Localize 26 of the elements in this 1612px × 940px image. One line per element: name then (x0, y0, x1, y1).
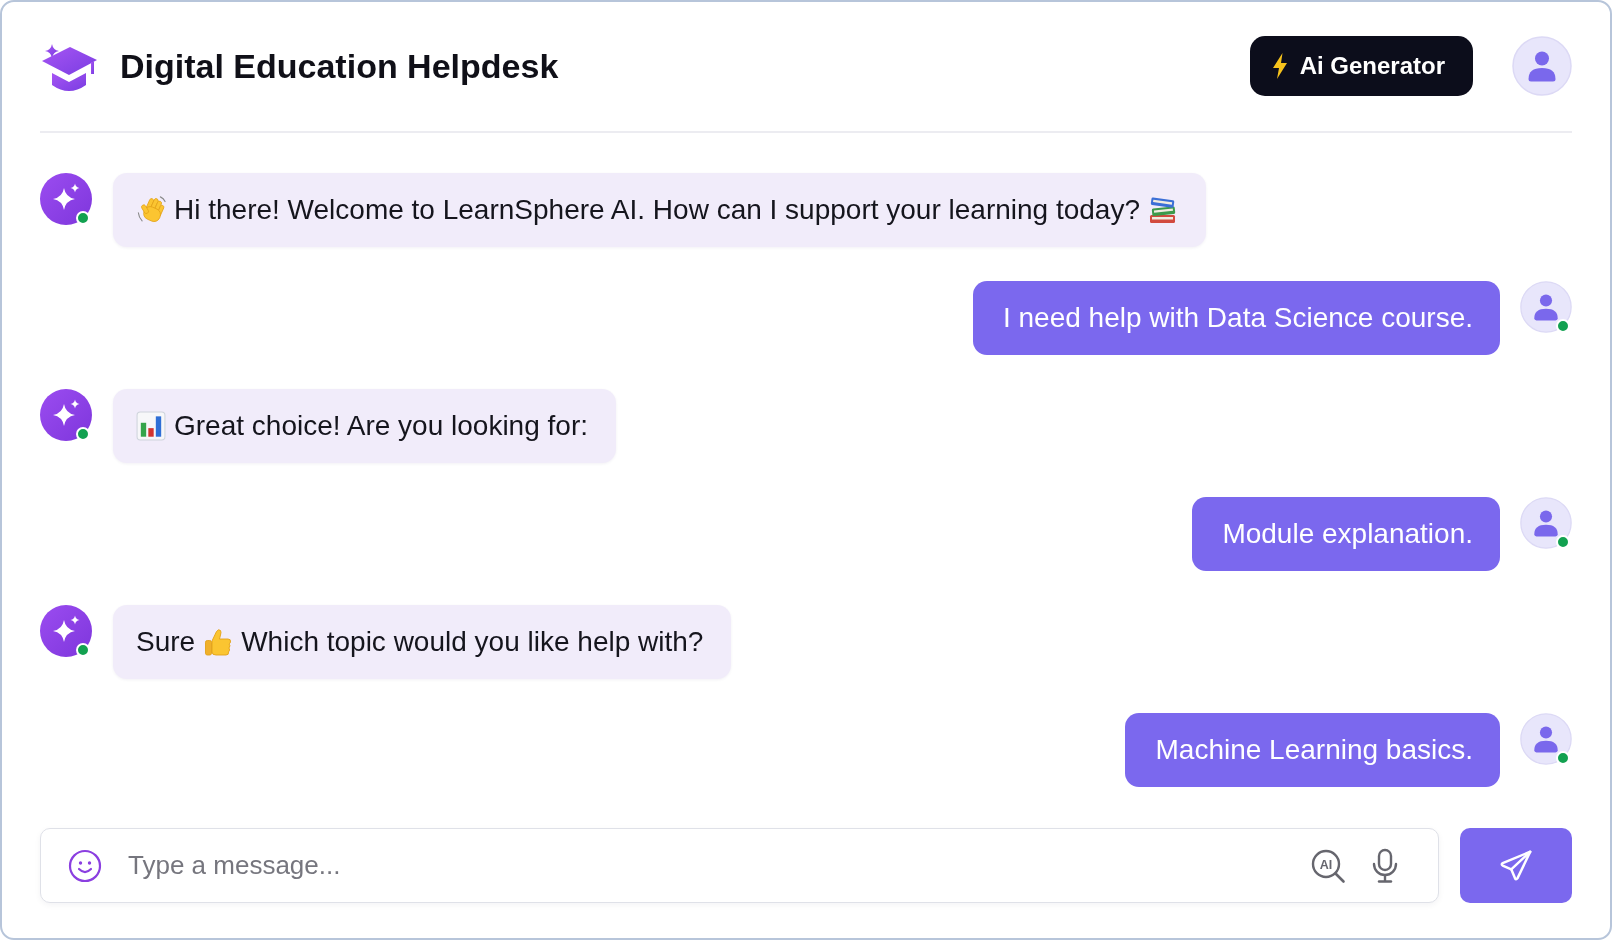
message-text: Hi there! Welcome to LearnSphere AI. How can I support your learning today? (174, 193, 1140, 227)
message-text: I need help with Data Science course. (1002, 301, 1473, 335)
bot-avatar (40, 389, 92, 441)
bot-avatar (40, 605, 92, 657)
lightning-icon (1271, 53, 1288, 79)
app-title: Digital Education Helpdesk (120, 46, 559, 86)
message-text: Great choice! Are you looking for: (174, 409, 588, 443)
microphone-icon[interactable] (1371, 847, 1399, 884)
profile-avatar[interactable] (1512, 36, 1572, 96)
message-input[interactable]: Type a message... (128, 845, 1290, 886)
message-text: Which topic would you like help with? (241, 625, 704, 659)
waving-hand-icon (136, 195, 166, 225)
smiley-icon[interactable] (68, 848, 102, 883)
thumbs-up-icon (203, 627, 234, 657)
bot-avatar (40, 173, 92, 225)
user-avatar (1520, 713, 1572, 765)
message-text: Machine Learning basics. (1155, 733, 1473, 767)
ai-generator-button[interactable]: Ai Generator (1249, 36, 1473, 96)
user-avatar (1520, 281, 1572, 333)
books-icon (1148, 195, 1178, 225)
send-button[interactable] (1460, 828, 1572, 903)
message-field[interactable]: Type a message... AI (40, 828, 1439, 903)
message-text: Sure (136, 625, 196, 659)
user-avatar (1520, 497, 1572, 549)
message-text: Module explanation. (1222, 517, 1473, 551)
bar-chart-icon (136, 411, 166, 441)
